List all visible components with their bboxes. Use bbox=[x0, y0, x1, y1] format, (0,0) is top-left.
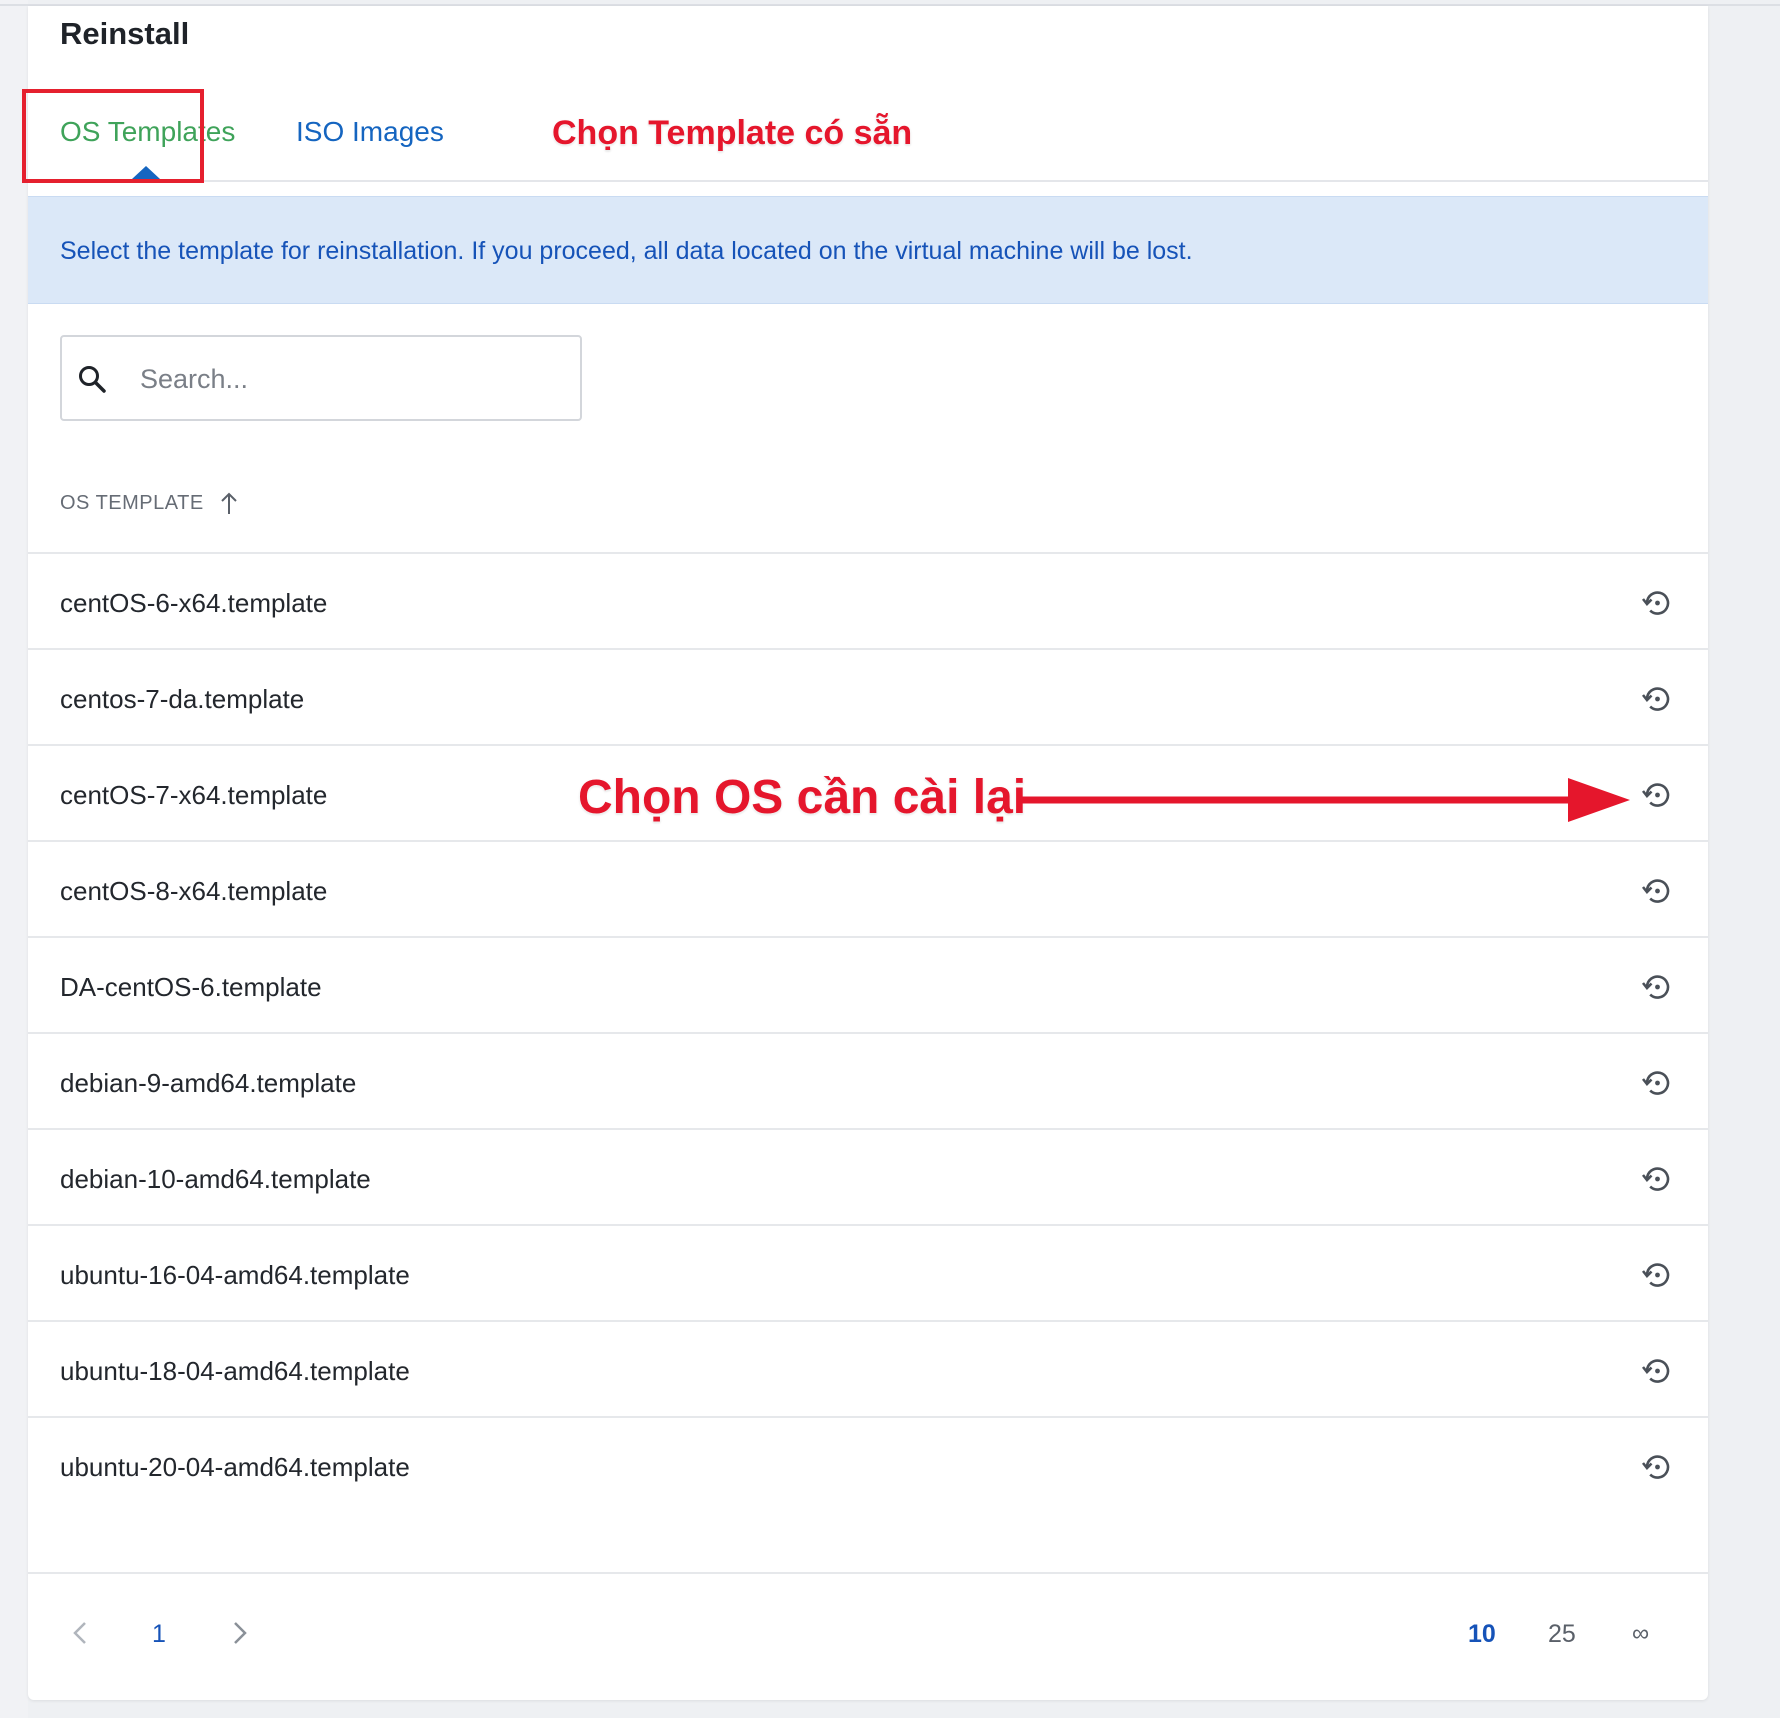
page-size-10[interactable]: 10 bbox=[1468, 1620, 1496, 1649]
template-list: centOS-6-x64.template centos-7-da.templat… bbox=[28, 552, 1708, 1512]
tab-iso-images[interactable]: ISO Images bbox=[296, 116, 444, 148]
search-box bbox=[60, 335, 582, 421]
table-row[interactable]: debian-9-amd64.template bbox=[28, 1032, 1708, 1128]
pagination: 1 10 25 ∞ bbox=[28, 1574, 1708, 1694]
page-title: Reinstall bbox=[60, 16, 190, 51]
template-name: centOS-7-x64.template bbox=[60, 780, 328, 810]
restore-icon[interactable] bbox=[1640, 1450, 1674, 1484]
page-size-all[interactable]: ∞ bbox=[1632, 1620, 1649, 1648]
chevron-right-icon[interactable] bbox=[228, 1618, 252, 1648]
restore-icon[interactable] bbox=[1640, 682, 1674, 716]
template-name: centOS-8-x64.template bbox=[60, 876, 328, 906]
annotation-tab-note: Chọn Template có sẵn bbox=[552, 114, 913, 152]
template-name: ubuntu-20-04-amd64.template bbox=[60, 1452, 410, 1482]
template-name: centos-7-da.template bbox=[60, 684, 305, 714]
restore-icon[interactable] bbox=[1640, 586, 1674, 620]
template-name: DA-centOS-6.template bbox=[60, 972, 322, 1002]
reinstall-panel: Reinstall OS Templates ISO Images Select… bbox=[28, 6, 1708, 1700]
template-name: debian-10-amd64.template bbox=[60, 1164, 371, 1194]
table-row[interactable]: ubuntu-20-04-amd64.template bbox=[28, 1416, 1708, 1512]
restore-icon[interactable] bbox=[1640, 1066, 1674, 1100]
search-icon bbox=[79, 366, 106, 393]
info-banner-text: Select the template for reinstallation. … bbox=[60, 237, 1193, 265]
restore-icon[interactable] bbox=[1640, 970, 1674, 1004]
search-input[interactable] bbox=[138, 357, 562, 401]
table-row[interactable]: ubuntu-18-04-amd64.template bbox=[28, 1320, 1708, 1416]
page-background bbox=[0, 0, 28, 1718]
template-name: ubuntu-18-04-amd64.template bbox=[60, 1356, 410, 1386]
page-size-25[interactable]: 25 bbox=[1548, 1620, 1576, 1649]
info-banner: Select the template for reinstallation. … bbox=[28, 196, 1708, 304]
restore-icon[interactable] bbox=[1640, 1162, 1674, 1196]
table-row[interactable]: centos-7-da.template bbox=[28, 648, 1708, 744]
table-row[interactable]: centOS-6-x64.template bbox=[28, 552, 1708, 648]
template-name: ubuntu-16-04-amd64.template bbox=[60, 1260, 410, 1290]
annotation-highlight-box bbox=[22, 89, 204, 183]
chevron-left-icon[interactable] bbox=[68, 1618, 92, 1648]
table-row[interactable]: debian-10-amd64.template bbox=[28, 1128, 1708, 1224]
restore-icon[interactable] bbox=[1640, 1258, 1674, 1292]
restore-icon[interactable] bbox=[1640, 874, 1674, 908]
restore-icon[interactable] bbox=[1640, 1354, 1674, 1388]
template-name: centOS-6-x64.template bbox=[60, 588, 328, 618]
annotation-row-note: Chọn OS cần cài lại bbox=[578, 771, 1027, 824]
table-row[interactable]: ubuntu-16-04-amd64.template bbox=[28, 1224, 1708, 1320]
column-header-os-template[interactable]: OS TEMPLATE bbox=[60, 492, 204, 515]
table-row[interactable]: DA-centOS-6.template bbox=[28, 936, 1708, 1032]
page-number-current[interactable]: 1 bbox=[152, 1620, 166, 1649]
restore-icon[interactable] bbox=[1640, 778, 1674, 812]
template-name: debian-9-amd64.template bbox=[60, 1068, 357, 1098]
sort-ascending-icon[interactable] bbox=[218, 490, 240, 516]
annotation-arrow bbox=[1020, 778, 1630, 822]
table-row[interactable]: centOS-8-x64.template bbox=[28, 840, 1708, 936]
